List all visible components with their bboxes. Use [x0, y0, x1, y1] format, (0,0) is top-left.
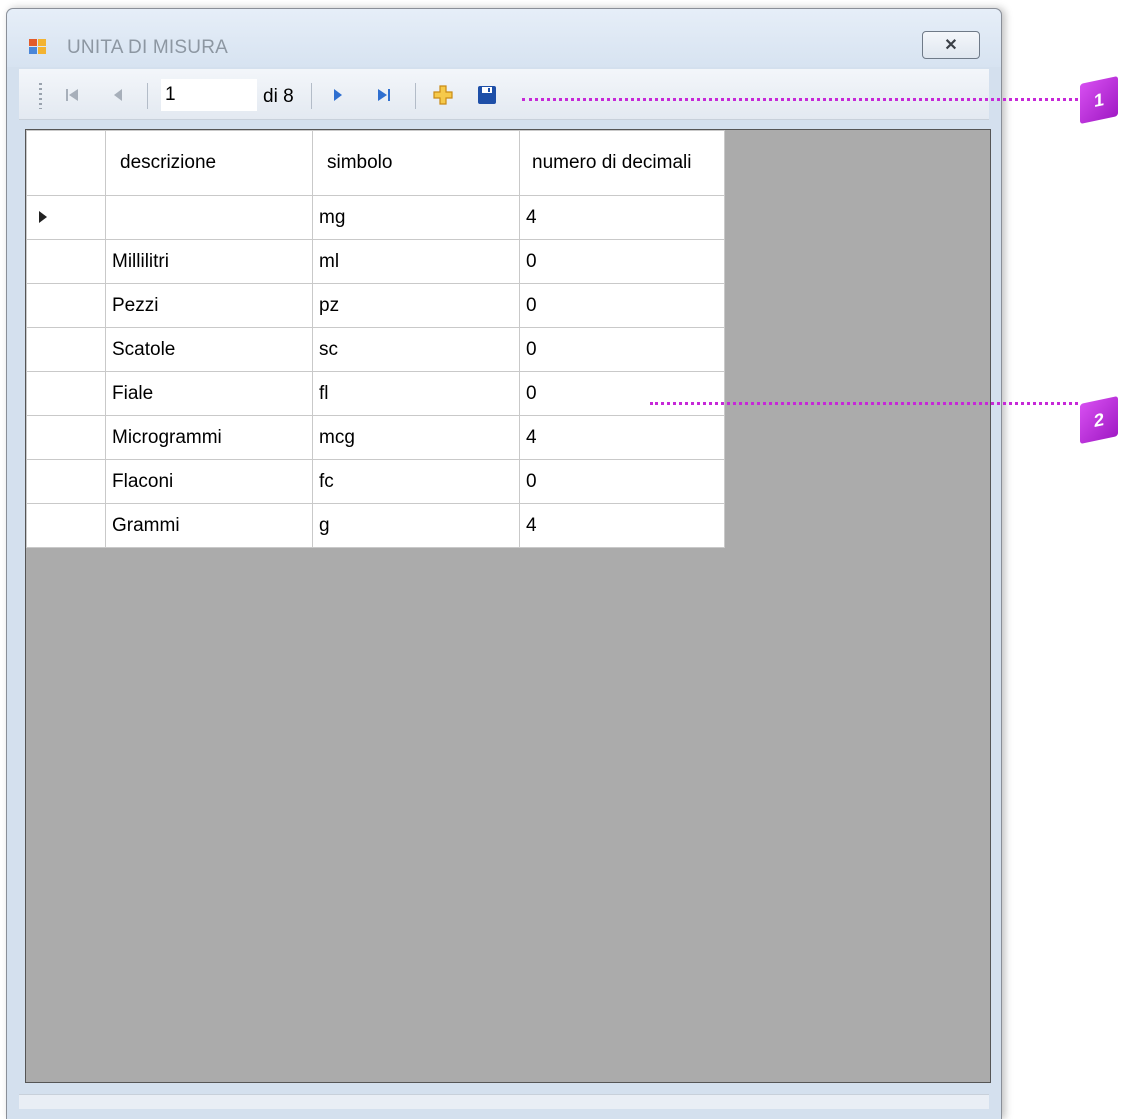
table-row[interactable]: Milligrammi mg 4 — [26, 195, 725, 240]
table-row[interactable]: Microgrammi mcg 4 — [26, 415, 725, 460]
cell-simbolo[interactable]: mcg — [312, 415, 520, 460]
row-header[interactable] — [26, 327, 106, 372]
save-button[interactable] — [471, 81, 503, 109]
cell-decimali[interactable]: 0 — [519, 327, 725, 372]
cell-descrizione[interactable]: Milligrammi — [105, 195, 313, 240]
row-header[interactable] — [26, 371, 106, 416]
row-header-corner[interactable] — [26, 130, 106, 196]
cell-simbolo[interactable]: g — [312, 503, 520, 548]
save-icon — [478, 86, 496, 104]
toolbar-separator — [311, 83, 312, 109]
close-icon: ✕ — [944, 37, 958, 54]
current-row-icon — [39, 210, 47, 223]
table-row[interactable]: Millilitri ml 0 — [26, 239, 725, 284]
cell-decimali[interactable]: 4 — [519, 195, 725, 240]
callout-line-2 — [650, 402, 1078, 405]
count-label: di 8 — [263, 86, 294, 107]
cell-descrizione[interactable]: Millilitri — [105, 239, 313, 284]
row-header[interactable] — [26, 239, 106, 284]
form-window: UNITA DI MISURA ✕ 1 di 8 descrizione sim… — [6, 8, 1002, 1119]
move-last-button[interactable] — [369, 81, 399, 109]
row-header[interactable] — [26, 503, 106, 548]
cell-simbolo[interactable]: sc — [312, 327, 520, 372]
cell-simbolo[interactable]: ml — [312, 239, 520, 284]
cell-simbolo[interactable]: fc — [312, 459, 520, 504]
close-button[interactable]: ✕ — [922, 31, 980, 59]
cell-decimali[interactable]: 0 — [519, 459, 725, 504]
cell-descrizione[interactable]: Pezzi — [105, 283, 313, 328]
cell-descrizione[interactable]: Grammi — [105, 503, 313, 548]
table-row[interactable]: Scatole sc 0 — [26, 327, 725, 372]
add-new-button[interactable] — [427, 81, 459, 109]
table-row[interactable]: Pezzi pz 0 — [26, 283, 725, 328]
cell-descrizione[interactable]: Flaconi — [105, 459, 313, 504]
move-first-icon — [66, 89, 78, 101]
column-header-descrizione[interactable]: descrizione — [105, 130, 313, 196]
cell-descrizione[interactable]: Microgrammi — [105, 415, 313, 460]
cell-decimali[interactable]: 4 — [519, 503, 725, 548]
binding-navigator: 1 di 8 — [19, 69, 989, 120]
callout-line-1 — [522, 98, 1078, 101]
cell-simbolo[interactable]: fl — [312, 371, 520, 416]
status-strip — [19, 1094, 989, 1109]
callout-number: 1 — [1093, 88, 1104, 111]
cell-decimali[interactable]: 0 — [519, 239, 725, 284]
move-next-button[interactable] — [323, 81, 353, 109]
cell-decimali[interactable]: 0 — [519, 283, 725, 328]
move-next-icon — [334, 89, 342, 101]
position-input[interactable]: 1 — [161, 79, 257, 111]
cell-descrizione[interactable]: Fiale — [105, 371, 313, 416]
grid-table: descrizione simbolo numero di decimali M… — [26, 130, 725, 548]
callout-badge-2: 2 — [1080, 395, 1118, 445]
callout-badge-1: 1 — [1080, 75, 1118, 125]
column-header-simbolo[interactable]: simbolo — [312, 130, 520, 196]
row-header[interactable] — [26, 459, 106, 504]
cell-simbolo[interactable]: mg — [312, 195, 520, 240]
toolbar-grip[interactable] — [39, 83, 42, 109]
column-header-decimali[interactable]: numero di decimali — [519, 130, 725, 196]
title-bar[interactable]: UNITA DI MISURA ✕ — [7, 9, 1001, 67]
window-title: UNITA DI MISURA — [67, 37, 228, 58]
move-first-button[interactable] — [57, 81, 87, 109]
cell-simbolo[interactable]: pz — [312, 283, 520, 328]
table-row[interactable]: Grammi g 4 — [26, 503, 725, 548]
row-header[interactable] — [26, 415, 106, 460]
move-previous-button[interactable] — [103, 81, 133, 109]
data-grid[interactable]: descrizione simbolo numero di decimali M… — [25, 129, 991, 1083]
callout-number: 2 — [1093, 408, 1104, 431]
cell-decimali[interactable]: 4 — [519, 415, 725, 460]
move-last-icon — [378, 89, 390, 101]
table-row[interactable]: Fiale fl 0 — [26, 371, 725, 416]
toolbar-separator — [147, 83, 148, 109]
toolbar-separator — [415, 83, 416, 109]
row-header[interactable] — [26, 195, 106, 240]
table-row[interactable]: Flaconi fc 0 — [26, 459, 725, 504]
cell-descrizione[interactable]: Scatole — [105, 327, 313, 372]
cell-decimali[interactable]: 0 — [519, 371, 725, 416]
row-header[interactable] — [26, 283, 106, 328]
form-icon — [29, 39, 46, 54]
add-new-icon — [433, 85, 453, 105]
header-row: descrizione simbolo numero di decimali — [26, 130, 725, 196]
move-previous-icon — [114, 89, 122, 101]
